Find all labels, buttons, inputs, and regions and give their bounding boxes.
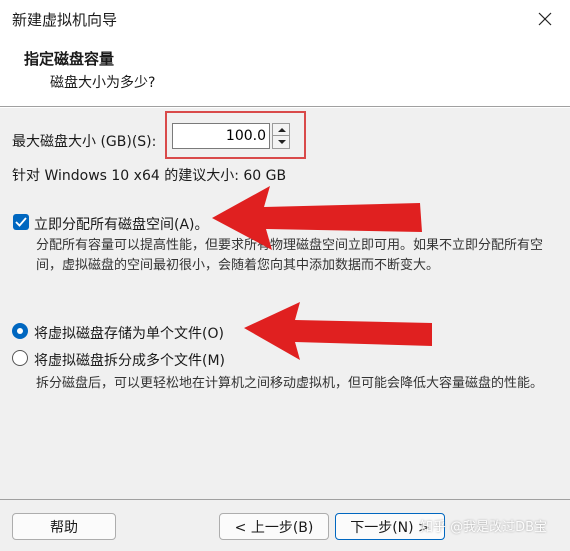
page-title: 指定磁盘容量: [24, 50, 115, 68]
close-icon: [538, 12, 552, 26]
close-button[interactable]: [530, 4, 560, 34]
window-title: 新建虚拟机向导: [12, 11, 118, 29]
annotation-arrow-single-file: [244, 302, 432, 360]
single-file-radio[interactable]: [12, 323, 28, 339]
allocate-all-checkbox[interactable]: [13, 214, 29, 230]
page-subtitle: 磁盘大小为多少?: [50, 75, 156, 91]
chevron-up-icon: [278, 128, 286, 132]
allocate-all-label[interactable]: 立即分配所有磁盘空间(A)。: [34, 214, 209, 234]
multi-file-label[interactable]: 将虚拟磁盘拆分成多个文件(M): [34, 350, 225, 370]
watermark-text: 知乎 @我是改过DB宝: [420, 520, 548, 535]
single-file-label[interactable]: 将虚拟磁盘存储为单个文件(O): [34, 323, 224, 343]
check-icon: [15, 217, 27, 227]
disk-size-stepper[interactable]: [272, 123, 290, 149]
footer-divider: [0, 499, 570, 500]
stepper-down-button[interactable]: [272, 136, 290, 149]
help-button[interactable]: 帮助: [12, 513, 116, 540]
multi-file-radio[interactable]: [12, 350, 28, 366]
multi-file-description: 拆分磁盘后，可以更轻松地在计算机之间移动虚拟机，但可能会降低大容量磁盘的性能。: [36, 376, 544, 391]
title-bar: 新建虚拟机向导: [0, 0, 570, 38]
header-divider-highlight: [0, 107, 570, 108]
chevron-down-icon: [278, 140, 286, 144]
radio-dot: [17, 328, 23, 334]
disk-size-label: 最大磁盘大小 (GB)(S):: [12, 134, 157, 150]
stepper-up-button[interactable]: [272, 123, 290, 136]
disk-size-input[interactable]: [172, 123, 270, 149]
back-button[interactable]: < 上一步(B): [219, 513, 329, 540]
annotation-arrow-allocate: [212, 186, 422, 250]
wizard-header: 指定磁盘容量 磁盘大小为多少?: [0, 38, 570, 106]
